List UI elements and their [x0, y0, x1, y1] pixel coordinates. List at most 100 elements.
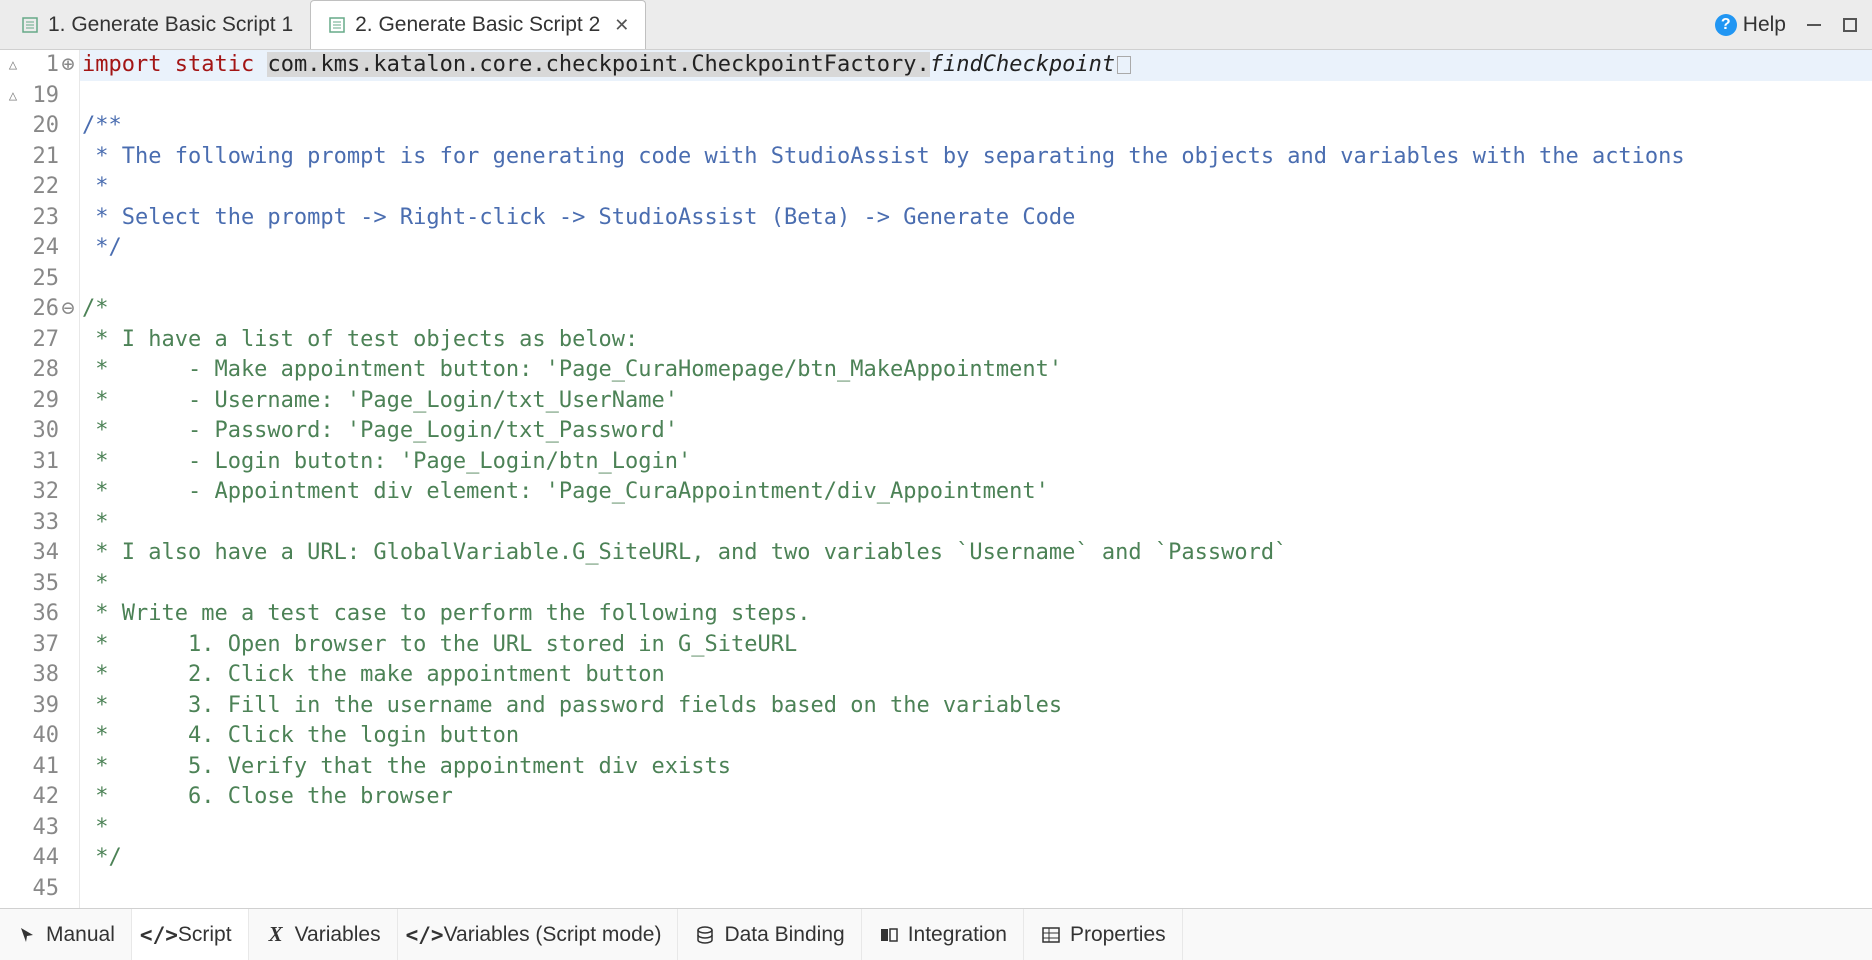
line-number: 28 — [23, 355, 59, 386]
grid-icon — [1040, 924, 1062, 946]
btab-label: Data Binding — [724, 923, 844, 947]
tab-script-1[interactable]: 1. Generate Basic Script 1 — [4, 0, 310, 49]
tab-script-2[interactable]: 2. Generate Basic Script 2 ✕ — [310, 0, 646, 49]
code-line[interactable]: * The following prompt is for generating… — [80, 142, 1872, 173]
bottom-tab-bar: Manual </> Script X Variables </> Variab… — [0, 908, 1872, 960]
line-number: 1 — [23, 50, 59, 81]
line-number: 26 — [23, 294, 59, 325]
line-number: 23 — [23, 203, 59, 234]
gutter-row: 31 — [0, 447, 79, 478]
line-number: 40 — [23, 721, 59, 752]
btab-integration[interactable]: Integration — [862, 909, 1024, 960]
gutter-row: 28 — [0, 355, 79, 386]
line-number: 22 — [23, 172, 59, 203]
gutter-row: △19 — [0, 81, 79, 112]
fold-collapse-icon[interactable]: ⊖ — [59, 294, 77, 325]
code-line[interactable]: * I also have a URL: GlobalVariable.G_Si… — [80, 538, 1872, 569]
btab-label: Variables (Script mode) — [444, 923, 662, 947]
line-number: 25 — [23, 264, 59, 295]
code-line[interactable]: * — [80, 508, 1872, 539]
btab-label: Properties — [1070, 923, 1166, 947]
code-line[interactable]: */ — [80, 843, 1872, 874]
gutter-row: 27 — [0, 325, 79, 356]
database-icon — [694, 924, 716, 946]
gutter-row: 44 — [0, 843, 79, 874]
code-line[interactable]: */ — [80, 233, 1872, 264]
gutter-row: 43 — [0, 813, 79, 844]
tab-label: 2. Generate Basic Script 2 — [355, 13, 600, 37]
minimize-icon[interactable] — [1802, 13, 1826, 37]
code-line[interactable] — [80, 81, 1872, 112]
gutter-row: 33 — [0, 508, 79, 539]
line-number: 44 — [23, 843, 59, 874]
btab-data-binding[interactable]: Data Binding — [678, 909, 861, 960]
code-line[interactable]: import static com.kms.katalon.core.check… — [80, 50, 1872, 81]
line-number: 34 — [23, 538, 59, 569]
btab-manual[interactable]: Manual — [0, 909, 132, 960]
btab-script[interactable]: </> Script — [132, 909, 249, 960]
line-number: 39 — [23, 691, 59, 722]
line-number: 19 — [23, 81, 59, 112]
line-number: 21 — [23, 142, 59, 173]
code-line[interactable]: * — [80, 569, 1872, 600]
code-line[interactable]: * 5. Verify that the appointment div exi… — [80, 752, 1872, 783]
code-line[interactable]: * — [80, 813, 1872, 844]
gutter-row: 21 — [0, 142, 79, 173]
gutter-row: △1⊕ — [0, 50, 79, 81]
warning-marker: △ — [3, 81, 23, 112]
close-icon[interactable]: ✕ — [614, 15, 629, 36]
code-line[interactable]: * 6. Close the browser — [80, 782, 1872, 813]
line-number: 20 — [23, 111, 59, 142]
gutter-row: 40 — [0, 721, 79, 752]
fold-expand-icon[interactable]: ⊕ — [59, 50, 77, 81]
btab-label: Script — [178, 923, 232, 947]
line-number: 42 — [23, 782, 59, 813]
code-line[interactable]: * Select the prompt -> Right-click -> St… — [80, 203, 1872, 234]
code-line[interactable]: * 2. Click the make appointment button — [80, 660, 1872, 691]
btab-properties[interactable]: Properties — [1024, 909, 1183, 960]
file-icon — [20, 15, 40, 35]
code-editor[interactable]: △1⊕△1920212223242526⊖2728293031323334353… — [0, 50, 1872, 908]
line-number: 43 — [23, 813, 59, 844]
code-line[interactable]: * - Password: 'Page_Login/txt_Password' — [80, 416, 1872, 447]
line-number: 38 — [23, 660, 59, 691]
gutter-row: 30 — [0, 416, 79, 447]
code-line[interactable]: * Write me a test case to perform the fo… — [80, 599, 1872, 630]
code-line[interactable] — [80, 874, 1872, 905]
btab-label: Manual — [46, 923, 115, 947]
gutter-row: 42 — [0, 782, 79, 813]
code-area[interactable]: import static com.kms.katalon.core.check… — [80, 50, 1872, 908]
code-line[interactable]: * 4. Click the login button — [80, 721, 1872, 752]
line-number: 36 — [23, 599, 59, 630]
tab-label: 1. Generate Basic Script 1 — [48, 13, 293, 37]
line-number: 37 — [23, 630, 59, 661]
code-line[interactable]: * - Username: 'Page_Login/txt_UserName' — [80, 386, 1872, 417]
code-line[interactable]: /* — [80, 294, 1872, 325]
btab-variables[interactable]: X Variables — [249, 909, 398, 960]
code-line[interactable]: * 1. Open browser to the URL stored in G… — [80, 630, 1872, 661]
btab-label: Integration — [908, 923, 1007, 947]
gutter-row: 22 — [0, 172, 79, 203]
code-line[interactable]: * - Login butotn: 'Page_Login/btn_Login' — [80, 447, 1872, 478]
help-button[interactable]: ? Help — [1705, 13, 1796, 37]
code-icon: </> — [148, 924, 170, 946]
line-number: 32 — [23, 477, 59, 508]
line-number: 31 — [23, 447, 59, 478]
code-line[interactable]: * - Make appointment button: 'Page_CuraH… — [80, 355, 1872, 386]
maximize-icon[interactable] — [1838, 13, 1862, 37]
code-line[interactable]: /** — [80, 111, 1872, 142]
code-line[interactable]: * 3. Fill in the username and password f… — [80, 691, 1872, 722]
btab-variables-script[interactable]: </> Variables (Script mode) — [398, 909, 679, 960]
code-line[interactable]: * I have a list of test objects as below… — [80, 325, 1872, 356]
integration-icon — [878, 924, 900, 946]
code-line[interactable]: * - Appointment div element: 'Page_CuraA… — [80, 477, 1872, 508]
code-icon: </> — [414, 924, 436, 946]
code-line[interactable]: * — [80, 172, 1872, 203]
cursor-icon — [16, 924, 38, 946]
file-icon — [327, 15, 347, 35]
folded-region-icon[interactable] — [1117, 56, 1131, 74]
gutter-row: 41 — [0, 752, 79, 783]
code-line[interactable] — [80, 264, 1872, 295]
gutter-row: 38 — [0, 660, 79, 691]
gutter-row: 29 — [0, 386, 79, 417]
